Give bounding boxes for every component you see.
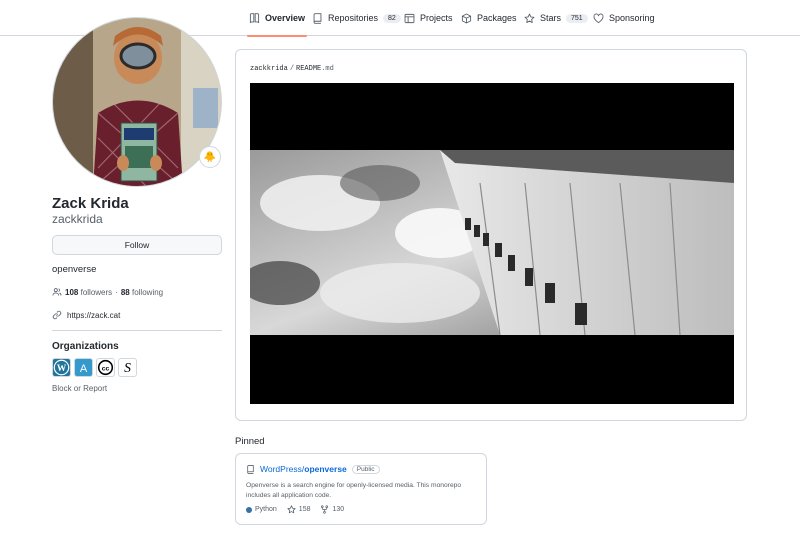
tab-stars-label: Stars	[540, 13, 562, 23]
profile-username: zackkrida	[52, 212, 103, 226]
pinned-repo-description: Openverse is a search engine for openly-…	[246, 482, 462, 499]
pinned-repo-meta: Python 158 130	[246, 505, 344, 514]
readme-owner-link[interactable]: zackkrida	[250, 65, 288, 73]
heart-icon	[593, 13, 604, 23]
organizations-list: W A cc S	[52, 358, 137, 377]
creative-commons-icon: cc	[97, 359, 114, 376]
pinned-repo-card: WordPress/openverse Public Openverse is …	[235, 453, 487, 525]
fork-icon	[321, 505, 329, 514]
pinned-repo-owner: WordPress/	[260, 464, 305, 474]
tab-overview-label: Overview	[265, 13, 306, 23]
tab-stars[interactable]: Stars 751	[524, 0, 588, 36]
readme-path-separator: /	[289, 65, 295, 73]
followers-label: followers	[80, 287, 113, 297]
status-emoji: 🐥	[203, 151, 217, 163]
follow-button[interactable]: Follow	[52, 235, 222, 255]
organizations-title: Organizations	[52, 341, 119, 352]
automattic-icon: A	[80, 363, 88, 375]
book-icon	[249, 12, 260, 23]
tab-sponsoring[interactable]: Sponsoring	[593, 0, 655, 36]
repo-forks-count: 130	[332, 506, 345, 513]
pinned-title: Pinned	[235, 436, 265, 447]
stars-count: 751	[566, 13, 588, 23]
following-label: following	[131, 287, 164, 297]
following-link[interactable]: 88 following	[121, 288, 163, 297]
pinned-repo-header: WordPress/openverse Public	[246, 464, 380, 474]
avatar[interactable]	[52, 17, 222, 187]
repo-stars-link[interactable]: 158	[287, 505, 311, 514]
followers-count: 108	[65, 287, 79, 297]
followers-link[interactable]: 108 followers	[65, 288, 112, 297]
svg-text:W: W	[57, 364, 67, 374]
pinned-repo-name: openverse	[304, 464, 347, 474]
readme-file-ext: .md	[321, 65, 334, 73]
profile-bio: openverse	[52, 264, 97, 275]
tab-projects[interactable]: Projects	[404, 0, 453, 36]
table-icon	[404, 13, 415, 23]
tab-sponsoring-label: Sponsoring	[609, 13, 655, 23]
org-wordpress[interactable]: W	[52, 358, 71, 377]
repo-forks-link[interactable]: 130	[320, 505, 344, 514]
tab-projects-label: Projects	[420, 13, 453, 23]
people-icon	[52, 288, 62, 296]
org-automattic[interactable]: A	[74, 358, 93, 377]
svg-text:A: A	[80, 363, 88, 375]
tab-overview[interactable]: Overview	[246, 0, 308, 37]
separator-dot: ·	[115, 287, 118, 297]
visibility-badge: Public	[351, 464, 380, 474]
pinned-repo-link[interactable]: WordPress/openverse	[260, 464, 347, 474]
svg-text:cc: cc	[102, 365, 110, 372]
readme-image	[250, 83, 734, 404]
language-color-dot	[246, 506, 252, 513]
link-icon	[52, 310, 62, 320]
repo-icon	[247, 464, 254, 474]
tab-packages[interactable]: Packages	[461, 0, 517, 36]
readme-file-link[interactable]: README.md	[296, 65, 334, 73]
tab-repositories-label: Repositories	[328, 13, 379, 23]
org-creative-commons[interactable]: cc	[96, 358, 115, 377]
tab-repositories[interactable]: Repositories 82	[312, 0, 401, 36]
readme-building-photo	[250, 83, 734, 404]
readme-file-base: README	[296, 65, 322, 73]
repo-language: Python	[246, 506, 277, 513]
org-script-s[interactable]: S	[118, 358, 137, 377]
star-icon	[524, 13, 535, 23]
wordpress-icon: W	[53, 359, 70, 376]
package-icon	[461, 13, 472, 23]
block-or-report-link[interactable]: Block or Report	[52, 384, 107, 393]
website-link[interactable]: https://zack.cat	[67, 311, 120, 320]
follow-stats: 108 followers · 88 following	[52, 287, 163, 297]
tab-packages-label: Packages	[477, 13, 517, 23]
website-row: https://zack.cat	[52, 310, 120, 320]
repo-icon	[313, 12, 322, 24]
status-emoji-badge[interactable]: 🐥	[199, 146, 221, 168]
profile-fullname: Zack Krida	[52, 195, 129, 212]
repo-language-label: Python	[255, 506, 277, 513]
avatar-photo	[53, 18, 221, 186]
svg-text:S: S	[124, 360, 131, 375]
star-icon	[287, 505, 296, 514]
following-count: 88	[120, 287, 130, 297]
readme-box: zackkrida / README.md	[235, 49, 747, 421]
script-s-icon: S	[124, 360, 131, 375]
repositories-count: 82	[383, 13, 401, 23]
readme-path: zackkrida / README.md	[250, 65, 334, 73]
repo-stars-count: 158	[298, 506, 311, 513]
sidebar-divider	[52, 330, 222, 331]
